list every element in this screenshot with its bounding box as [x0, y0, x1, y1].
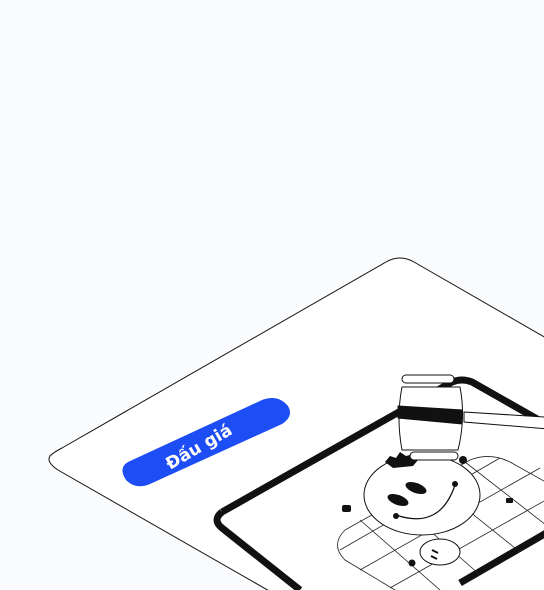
- card: [48, 257, 544, 590]
- auction-illustration: Đấu giá: [48, 257, 544, 590]
- small-smiley-icon: [419, 538, 461, 566]
- smiley-icon: [363, 454, 481, 536]
